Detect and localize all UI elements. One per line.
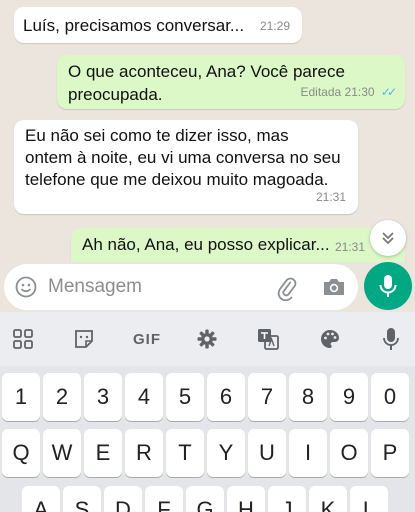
message-time: 21:31 xyxy=(315,190,346,204)
key-q[interactable]: Q xyxy=(2,429,40,477)
key-s[interactable]: S xyxy=(63,486,101,512)
chat-area: Luís, precisamos conversar... 21:29 O qu… xyxy=(0,0,415,262)
message-text: Ah não, Ana, eu posso explicar... xyxy=(82,235,330,254)
message-time: 21:30 xyxy=(344,85,375,99)
double-check-read-icon: ✓✓ xyxy=(380,85,397,99)
palette-icon[interactable] xyxy=(317,326,343,352)
message-meta: 21:31 xyxy=(335,236,365,259)
key-a[interactable]: A xyxy=(22,486,60,512)
key-r[interactable]: R xyxy=(125,429,163,477)
key-8[interactable]: 8 xyxy=(289,373,327,421)
key-1[interactable]: 1 xyxy=(2,373,40,421)
key-k[interactable]: K xyxy=(309,486,347,512)
key-5[interactable]: 5 xyxy=(166,373,204,421)
message-time: 21:31 xyxy=(334,240,365,254)
key-f[interactable]: F xyxy=(145,486,183,512)
key-e[interactable]: E xyxy=(84,429,122,477)
message-composer xyxy=(4,264,358,310)
camera-icon[interactable] xyxy=(321,275,347,299)
key-7[interactable]: 7 xyxy=(248,373,286,421)
key-i[interactable]: I xyxy=(289,429,327,477)
keyboard: 1 2 3 4 5 6 7 8 9 0 Q W E R T Y U I O P … xyxy=(0,366,415,512)
attach-icon[interactable] xyxy=(274,275,300,301)
message-meta: 21:29 xyxy=(260,15,290,38)
edited-label: Editada xyxy=(300,85,342,99)
message-time: 21:29 xyxy=(259,19,290,33)
voice-message-button[interactable] xyxy=(364,262,412,310)
keyboard-toolbar: GIF xyxy=(0,312,415,366)
message-input[interactable] xyxy=(48,273,248,301)
message-text: Luís, precisamos conversar... xyxy=(23,16,245,35)
key-h[interactable]: H xyxy=(227,486,265,512)
scroll-to-bottom-button[interactable] xyxy=(370,220,406,256)
message-meta: 21:31 xyxy=(316,186,346,209)
sticker-icon[interactable] xyxy=(71,326,97,352)
key-0[interactable]: 0 xyxy=(371,373,409,421)
key-6[interactable]: 6 xyxy=(207,373,245,421)
key-y[interactable]: Y xyxy=(207,429,245,477)
key-9[interactable]: 9 xyxy=(330,373,368,421)
message-meta: Editada 21:30 ✓✓ xyxy=(300,81,397,104)
key-w[interactable]: W xyxy=(43,429,81,477)
key-d[interactable]: D xyxy=(104,486,142,512)
key-l[interactable]: L xyxy=(350,486,388,512)
gif-button[interactable]: GIF xyxy=(132,326,162,352)
key-3[interactable]: 3 xyxy=(84,373,122,421)
message-bubble[interactable]: O que aconteceu, Ana? Você parece preocu… xyxy=(57,55,405,109)
message-bubble[interactable]: Ah não, Ana, eu posso explicar... 21:31 xyxy=(71,228,405,262)
microphone-icon xyxy=(379,275,397,297)
key-2[interactable]: 2 xyxy=(43,373,81,421)
composer-row xyxy=(0,262,415,312)
key-g[interactable]: G xyxy=(186,486,224,512)
key-t[interactable]: T xyxy=(166,429,204,477)
voice-input-mic-icon[interactable] xyxy=(378,326,404,352)
double-chevron-down-icon xyxy=(382,232,394,245)
key-o[interactable]: O xyxy=(330,429,368,477)
apps-grid-icon[interactable] xyxy=(10,326,36,352)
settings-gear-icon[interactable] xyxy=(194,326,220,352)
message-bubble[interactable]: Luís, precisamos conversar... 21:29 xyxy=(14,7,302,43)
translate-icon[interactable] xyxy=(255,326,281,352)
message-text: Eu não sei como te dizer isso, mas ontem… xyxy=(25,126,341,189)
key-j[interactable]: J xyxy=(268,486,306,512)
emoji-icon[interactable] xyxy=(14,275,38,299)
message-bubble[interactable]: Eu não sei como te dizer isso, mas ontem… xyxy=(14,120,358,214)
key-4[interactable]: 4 xyxy=(125,373,163,421)
key-u[interactable]: U xyxy=(248,429,286,477)
key-p[interactable]: P xyxy=(371,429,409,477)
